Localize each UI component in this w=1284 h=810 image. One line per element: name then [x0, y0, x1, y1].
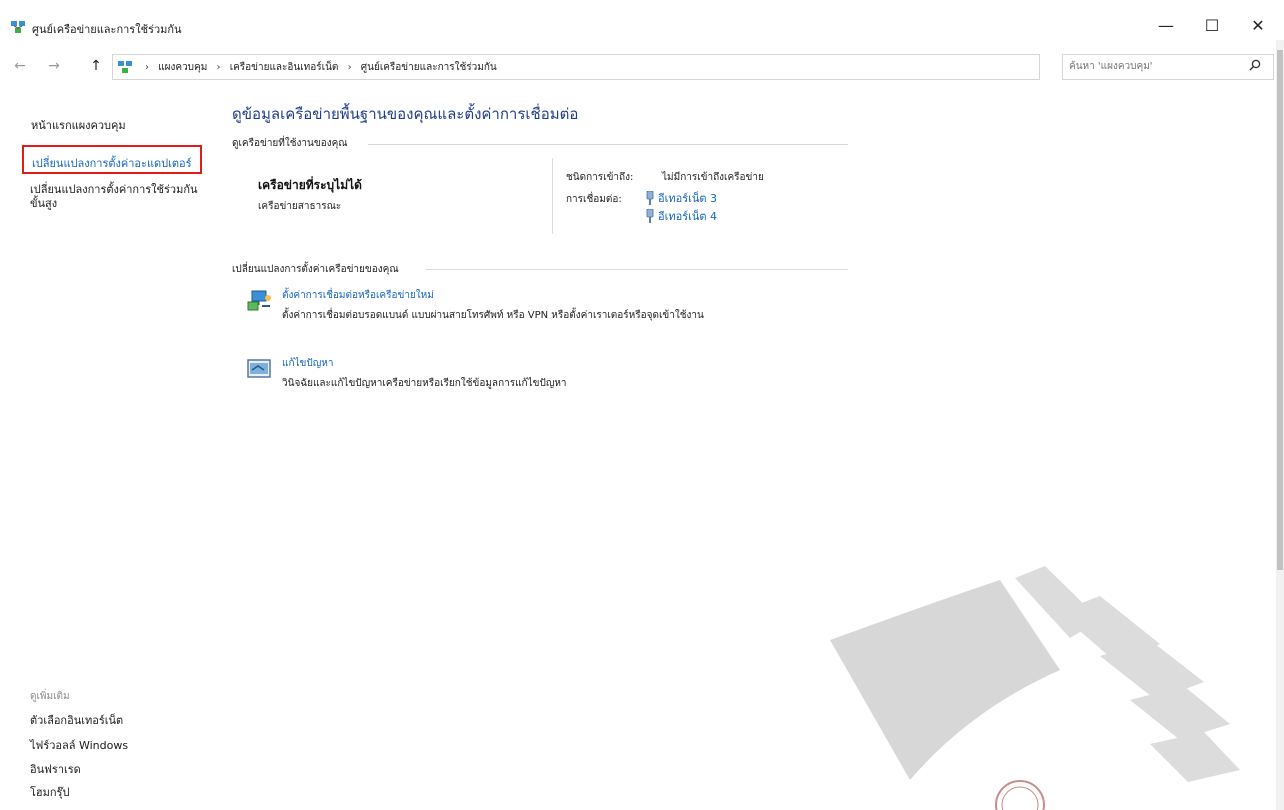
- setup-connection-link[interactable]: ตั้งค่าการเชื่อมต่อหรือเครือข่ายใหม่: [282, 288, 434, 303]
- breadcrumb-separator: ›: [347, 62, 352, 73]
- search-icon[interactable]: [1249, 59, 1261, 71]
- connection-label: อีเทอร์เน็ต 3: [658, 192, 718, 205]
- see-also-heading: ดูเพิ่มเติม: [30, 691, 70, 702]
- section-divider: [368, 144, 848, 145]
- page-title: ดูข้อมูลเครือข่ายพื้นฐานของคุณและตั้งค่า…: [232, 105, 579, 123]
- connection-ethernet-3[interactable]: อีเทอร์เน็ต 3: [646, 189, 717, 207]
- ethernet-icon: [646, 190, 654, 205]
- scrollbar-thumb[interactable]: [1277, 50, 1283, 570]
- title-bar: ศูนย์เครือข่ายและการใช้ร่วมกัน — ☐ ✕: [0, 0, 1284, 40]
- access-type-value: ไม่มีการเข้าถึงเครือข่าย: [662, 172, 764, 183]
- sidebar-item-control-panel-home[interactable]: หน้าแรกแผงควบคุม: [31, 116, 126, 134]
- change-settings-heading: เปลี่ยนแปลงการตั้งค่าเครือข่ายของคุณ: [232, 264, 399, 275]
- sidebar-item-change-advanced-sharing[interactable]: เปลี่ยนแปลงการตั้งค่าการใช้ร่วมกันขั้นสู…: [30, 183, 200, 211]
- new-connection-icon: [247, 290, 271, 311]
- network-center-icon: [11, 21, 25, 33]
- close-button[interactable]: ✕: [1238, 10, 1278, 40]
- network-type[interactable]: เครือข่ายสาธารณะ: [258, 199, 341, 214]
- search-input[interactable]: [1069, 59, 1239, 74]
- troubleshoot-link[interactable]: แก้ไขปัญหา: [282, 356, 333, 371]
- troubleshoot-icon: [247, 359, 271, 378]
- connection-ethernet-4[interactable]: อีเทอร์เน็ต 4: [646, 207, 717, 225]
- network-center-icon: [118, 61, 132, 73]
- see-also-internet-options[interactable]: ตัวเลือกอินเทอร์เน็ต: [30, 711, 123, 729]
- window-title: ศูนย์เครือข่ายและการใช้ร่วมกัน: [32, 23, 182, 36]
- see-also-infrared[interactable]: อินฟราเรด: [30, 760, 81, 778]
- vertical-divider: [552, 158, 553, 234]
- back-button[interactable]: ←: [10, 56, 30, 76]
- breadcrumb: › แผงควบคุม › เครือข่ายและอินเทอร์เน็ต ›…: [139, 60, 497, 75]
- active-networks-heading: ดูเครือข่ายที่ใช้งานของคุณ: [232, 138, 348, 149]
- breadcrumb-separator: ›: [145, 62, 149, 73]
- address-row: ← → ↑ › แผงควบคุม › เครือข่ายและอินเทอร์…: [0, 52, 1284, 82]
- minimize-button[interactable]: —: [1146, 10, 1186, 40]
- up-button[interactable]: ↑: [86, 56, 106, 76]
- breadcrumb-control-panel[interactable]: แผงควบคุม: [158, 62, 207, 73]
- network-name: เครือข่ายที่ระบุไม่ได้: [258, 178, 362, 192]
- section-divider: [426, 269, 848, 270]
- breadcrumb-network-internet[interactable]: เครือข่ายและอินเทอร์เน็ต: [230, 62, 339, 73]
- access-type-label: ชนิดการเข้าถึง:: [566, 172, 634, 183]
- task-description: ตั้งค่าการเชื่อมต่อบรอดแบนด์ แบบผ่านสายโ…: [282, 310, 704, 321]
- forward-button[interactable]: →: [44, 56, 64, 76]
- breadcrumb-separator: ›: [216, 62, 221, 73]
- sidebar-item-change-adapter-settings[interactable]: เปลี่ยนแปลงการตั้งค่าอะแดปเตอร์: [22, 145, 202, 174]
- search-box[interactable]: [1062, 54, 1274, 80]
- maximize-button[interactable]: ☐: [1192, 10, 1232, 40]
- breadcrumb-network-sharing-center[interactable]: ศูนย์เครือข่ายและการใช้ร่วมกัน: [361, 62, 497, 73]
- address-bar[interactable]: › แผงควบคุม › เครือข่ายและอินเทอร์เน็ต ›…: [112, 54, 1149, 80]
- see-also-homegroup[interactable]: โฮมกรุ๊ป: [30, 783, 69, 801]
- ethernet-icon: [646, 208, 654, 223]
- sidebar-item-label: เปลี่ยนแปลงการตั้งค่าอะแดปเตอร์: [32, 157, 192, 170]
- task-description: วินิจฉัยและแก้ไขปัญหาเครือข่ายหรือเรียกใ…: [282, 378, 567, 389]
- connection-label: อีเทอร์เน็ต 4: [658, 210, 718, 223]
- connections-label: การเชื่อมต่อ:: [566, 194, 622, 205]
- see-also-windows-firewall[interactable]: ไฟร์วอลล์ Windows: [30, 736, 128, 754]
- watermark-logo-graphic: [830, 566, 1240, 810]
